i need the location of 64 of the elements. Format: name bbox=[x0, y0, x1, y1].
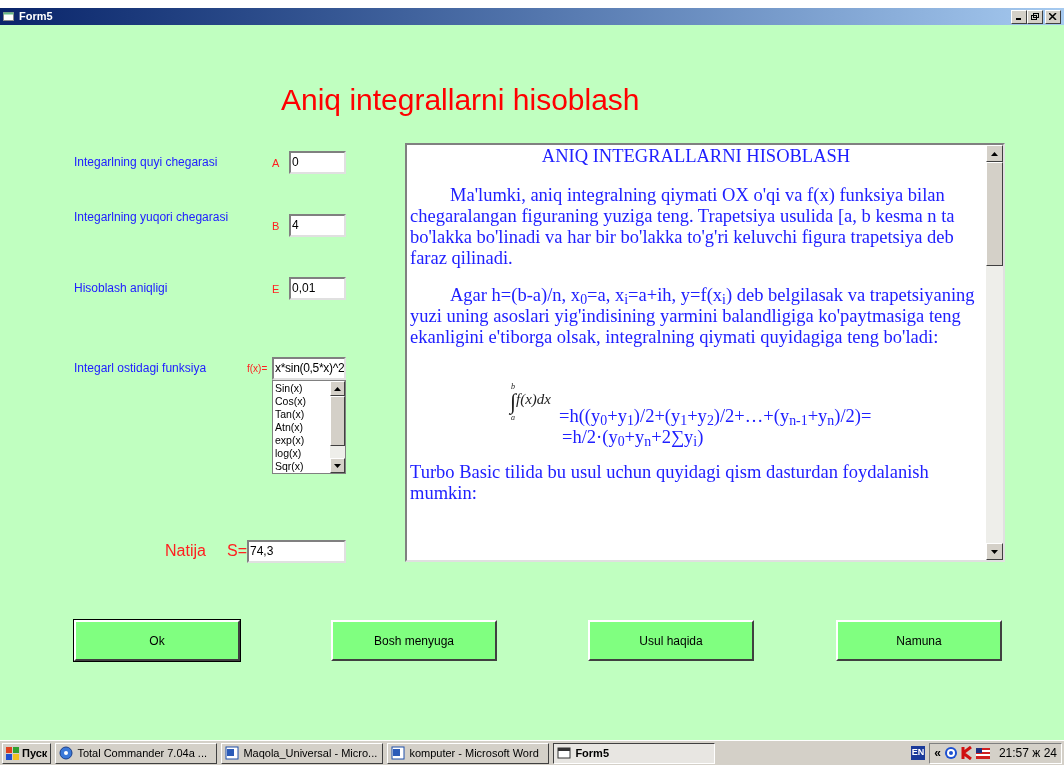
close-icon bbox=[1049, 13, 1057, 20]
result-letter: S= bbox=[227, 541, 247, 561]
field-letter: f(x)= bbox=[247, 362, 269, 376]
integral-formula: b ∫ a f(x)dx bbox=[510, 382, 551, 422]
list-item[interactable]: Atn(x) bbox=[275, 421, 330, 434]
function-list[interactable]: Sin(x) Cos(x) Tan(x) Atn(x) exp(x) log(x) Sqr(x) bbox=[272, 380, 346, 474]
minimize-button[interactable] bbox=[1011, 9, 1027, 24]
clock: 21:57 ж 24 bbox=[998, 745, 1057, 762]
page-title: Aniq integrallarni hisoblash bbox=[281, 82, 640, 118]
list-item[interactable]: Sin(x) bbox=[275, 382, 330, 395]
taskbar-button[interactable]: Total Commander 7.04a ... bbox=[55, 742, 218, 764]
formula-line: =h/2·(y$_{0}$+y$_{n}$+2∑y$_{i}$) bbox=[562, 427, 704, 448]
list-item[interactable]: Cos(x) bbox=[275, 395, 330, 408]
article-paragraph: Turbo Basic tilida bu usul uchun quyidagi qism dasturdan foydalanish mumkin: bbox=[410, 462, 930, 504]
down-arrow-icon[interactable] bbox=[991, 549, 998, 554]
number-field[interactable]: 0 bbox=[289, 151, 346, 174]
article-box[interactable] bbox=[405, 143, 1005, 562]
field-label: Hisoblash aniqligi bbox=[74, 280, 169, 297]
restore-icon bbox=[1031, 13, 1039, 20]
field-letter: B bbox=[272, 219, 281, 234]
article-heading: ANIQ INTEGRALLARNI HISOBLASH bbox=[540, 146, 852, 167]
language-indicator[interactable]: EN bbox=[910, 746, 926, 760]
up-arrow-icon[interactable] bbox=[334, 386, 341, 391]
restore-button[interactable] bbox=[1027, 9, 1043, 24]
window-title: Form5 bbox=[19, 9, 53, 25]
document-icon bbox=[391, 746, 406, 760]
down-arrow-icon[interactable] bbox=[334, 463, 341, 468]
function-field[interactable]: x*sin(0,5*x)^2 bbox=[272, 357, 346, 380]
taskbar-button[interactable]: Maqola_Universal - Micro... bbox=[221, 742, 384, 764]
taskbar-button[interactable]: komputer - Microsoft Word bbox=[387, 742, 550, 764]
action-button[interactable]: Bosh menyuga bbox=[331, 620, 497, 661]
windows-icon bbox=[6, 746, 20, 760]
list-item[interactable]: exp(x) bbox=[275, 434, 330, 447]
field-letter: E bbox=[272, 282, 281, 297]
field-label: Integarlning quyi chegarasi bbox=[74, 154, 219, 171]
list-item[interactable]: log(x) bbox=[275, 447, 330, 460]
action-button[interactable]: Usul haqida bbox=[588, 620, 754, 661]
disk-icon bbox=[59, 746, 74, 760]
field-label: Integarlning yuqori chegarasi bbox=[74, 209, 230, 226]
window-icon bbox=[557, 746, 572, 760]
scrollbar[interactable] bbox=[986, 145, 1003, 560]
list-item[interactable]: Tan(x) bbox=[275, 408, 330, 421]
action-button[interactable]: Namuna bbox=[836, 620, 1002, 661]
number-field[interactable]: 4 bbox=[289, 214, 346, 237]
result-label: Natija bbox=[165, 541, 207, 561]
article-paragraph: Ma'lumki, aniq integralning qiymati OX o'qi va f(x) funksiya bilan chegaralangan figuraning yuziga teng. Trapetsiya usulida [a, b kesma n ta bo'lakka bo'linadi va har bir bo'lakka to'g'ri keluvchi figura trapetsiya deb faraz qilinadi. bbox=[410, 185, 956, 269]
close-button[interactable] bbox=[1045, 9, 1061, 24]
document-icon bbox=[225, 746, 240, 760]
show-hidden-icons-button[interactable]: « bbox=[934, 744, 941, 762]
action-button[interactable]: Ok bbox=[74, 620, 240, 661]
result-field[interactable]: 74,3 bbox=[247, 539, 346, 563]
circle-icon[interactable] bbox=[943, 746, 958, 760]
app-icon bbox=[3, 11, 15, 22]
scrollbar[interactable] bbox=[330, 381, 345, 473]
formula-line: =h((y$_{0}$+y$_{1}$)/2+(y$_{1}$+y$_{2}$)/2+…+(y$_{n-1}$+y$_{n}$)/2)= bbox=[559, 406, 872, 427]
list-item[interactable]: Sqr(x) bbox=[275, 460, 330, 473]
taskbar-button[interactable]: Form5 bbox=[553, 742, 716, 764]
article-paragraph: Agar h=(b-a)/n, x$_{0}$=a, x$_{i}$=a+ih, y=f(x$_{i}$) deb belgilasak va trapetsiyaning yuzi uning asoslari yig'indisining yarmini balandligiga ko'paytmasiga teng ekanligini e'tiborga olsak, integralning qiymati quyidagiga teng bo'ladi: bbox=[410, 285, 976, 348]
field-label: Integarl ostidagi funksiya bbox=[74, 360, 208, 377]
field-letter: A bbox=[272, 156, 281, 171]
start-button[interactable]: Пуск bbox=[2, 742, 52, 764]
flag-icon[interactable] bbox=[975, 747, 990, 759]
number-field[interactable]: 0,01 bbox=[289, 277, 346, 300]
up-arrow-icon[interactable] bbox=[991, 151, 998, 156]
